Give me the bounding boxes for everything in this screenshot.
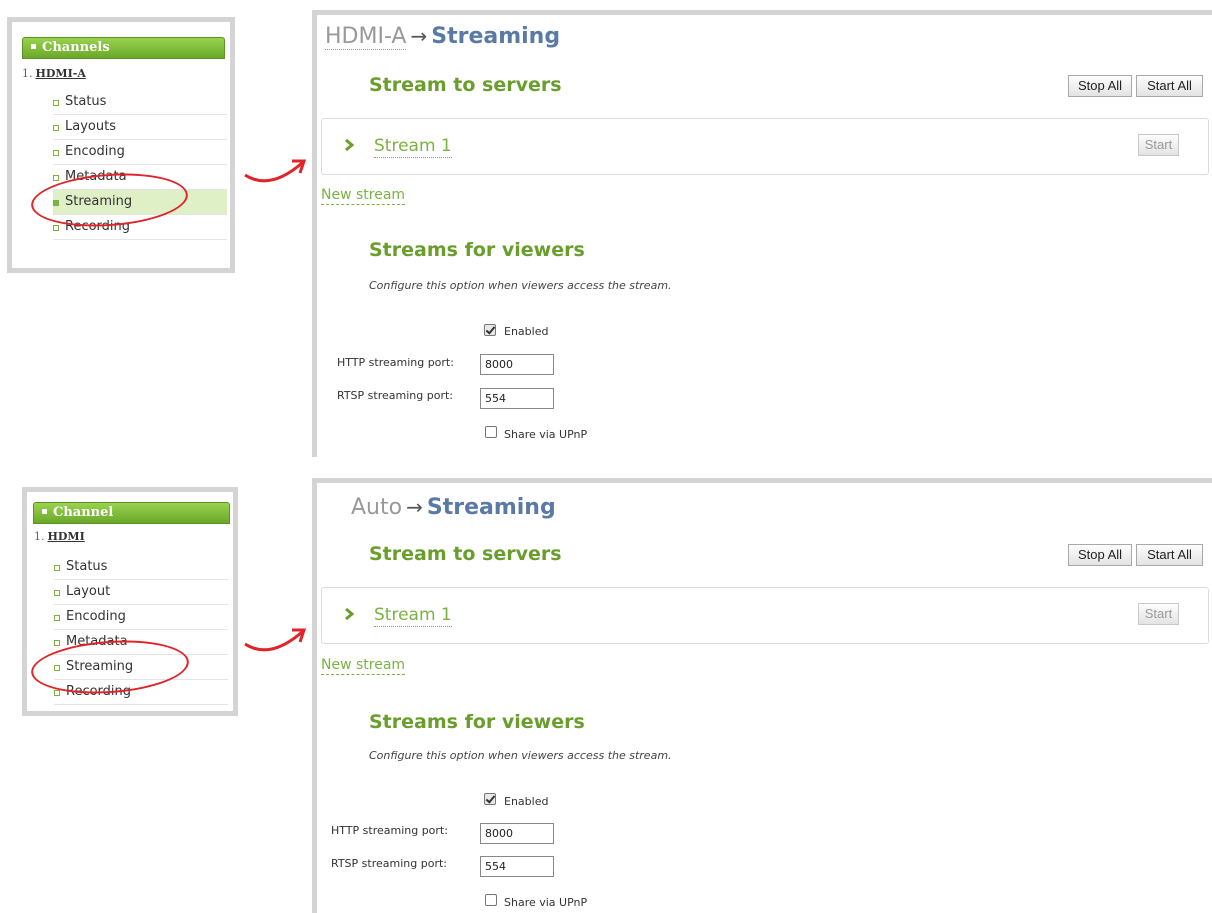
- channels-menu-top: Channels 1. HDMI-A Status Layouts Encodin…: [7, 17, 235, 273]
- bullet-icon: [54, 690, 60, 696]
- menu-header-label: Channels: [42, 40, 110, 55]
- enabled-checkbox[interactable]: [484, 324, 496, 336]
- http-port-label: HTTP streaming port:: [331, 824, 448, 837]
- section-title: Streaming: [426, 495, 556, 520]
- start-all-button[interactable]: Start All: [1136, 544, 1203, 566]
- channel-breadcrumb[interactable]: Auto: [351, 495, 402, 520]
- streams-for-viewers-heading: Streams for viewers: [369, 239, 585, 261]
- menu-header: Channels: [22, 37, 225, 59]
- menu-item-label: Layout: [66, 584, 111, 599]
- curved-arrow-icon: [244, 628, 307, 652]
- menu-item-layouts[interactable]: Layouts: [53, 115, 227, 140]
- arrow-right-icon: →: [410, 24, 428, 48]
- http-port-label: HTTP streaming port:: [337, 356, 454, 369]
- menu-header-label: Channel: [53, 505, 114, 520]
- upnp-checkbox[interactable]: [485, 894, 497, 906]
- section-title: Streaming: [431, 24, 561, 49]
- streaming-panel-bottom: Auto → Streaming Stream to servers Stop Al…: [312, 478, 1212, 913]
- square-bullet-icon: [31, 44, 36, 49]
- page-title: HDMI-A → Streaming: [325, 21, 560, 52]
- stream-to-servers-heading: Stream to servers: [369, 543, 562, 565]
- stop-all-button[interactable]: Stop All: [1068, 75, 1132, 97]
- stream-to-servers-heading: Stream to servers: [369, 74, 562, 96]
- bullet-icon: [53, 100, 59, 106]
- rtsp-port-input[interactable]: 554: [480, 856, 554, 877]
- channel-heading: 1. HDMI-A: [22, 67, 86, 80]
- viewer-description: Configure this option when viewers acces…: [369, 749, 672, 762]
- curved-arrow-icon: [244, 159, 307, 183]
- page-title: Auto → Streaming: [351, 492, 556, 523]
- menu-item-layout[interactable]: Layout: [54, 580, 228, 605]
- menu-item-encoding[interactable]: Encoding: [53, 140, 227, 165]
- streaming-panel-top: HDMI-A → Streaming Stream to servers Stop …: [312, 10, 1212, 457]
- upnp-label: Share via UPnP: [504, 428, 588, 441]
- rtsp-port-label: RTSP streaming port:: [331, 857, 447, 870]
- upnp-checkbox[interactable]: [485, 426, 497, 438]
- start-all-button[interactable]: Start All: [1136, 75, 1203, 97]
- http-port-input[interactable]: 8000: [480, 354, 554, 375]
- arrow-right-icon: →: [406, 495, 423, 519]
- channel-link[interactable]: HDMI: [48, 530, 85, 543]
- bullet-icon: [54, 565, 60, 571]
- channel-number: 1.: [34, 530, 45, 543]
- chevron-right-icon[interactable]: [344, 138, 354, 152]
- menu-item-label: Encoding: [66, 609, 126, 624]
- enabled-checkbox[interactable]: [484, 793, 496, 805]
- channel-heading: 1. HDMI: [34, 530, 85, 543]
- start-stream-button[interactable]: Start: [1138, 134, 1179, 156]
- stop-all-button[interactable]: Stop All: [1068, 544, 1132, 566]
- channel-link[interactable]: HDMI-A: [36, 67, 86, 80]
- rtsp-port-label: RTSP streaming port:: [337, 389, 453, 402]
- rtsp-port-input[interactable]: 554: [480, 388, 554, 409]
- menu-item-label: Encoding: [65, 144, 125, 159]
- stream-name-link[interactable]: Stream 1: [374, 604, 452, 627]
- bullet-icon: [53, 150, 59, 156]
- menu-item-status[interactable]: Status: [54, 555, 228, 580]
- upnp-label: Share via UPnP: [504, 896, 588, 909]
- new-stream-link[interactable]: New stream: [321, 186, 406, 205]
- bullet-icon: [54, 590, 60, 596]
- streams-for-viewers-heading: Streams for viewers: [369, 711, 585, 733]
- start-stream-button[interactable]: Start: [1138, 603, 1179, 625]
- square-bullet-icon: [42, 509, 47, 514]
- chevron-right-icon[interactable]: [344, 607, 354, 621]
- menu-item-label: Status: [65, 94, 107, 109]
- viewer-description: Configure this option when viewers acces…: [369, 279, 672, 292]
- menu-item-encoding[interactable]: Encoding: [54, 605, 228, 630]
- menu-item-status[interactable]: Status: [53, 90, 227, 115]
- stream-row[interactable]: Stream 1 Start: [321, 118, 1209, 175]
- enabled-label: Enabled: [504, 795, 549, 808]
- menu-item-label: Layouts: [65, 119, 116, 134]
- bullet-icon: [53, 125, 59, 131]
- menu-header: Channel: [33, 502, 230, 524]
- menu-item-label: Status: [66, 559, 108, 574]
- enabled-label: Enabled: [504, 325, 549, 338]
- channel-breadcrumb[interactable]: HDMI-A: [325, 24, 407, 50]
- bullet-icon: [53, 175, 59, 181]
- bullet-icon: [54, 615, 60, 621]
- channel-number: 1.: [22, 67, 33, 80]
- bullet-icon: [53, 225, 59, 231]
- new-stream-link[interactable]: New stream: [321, 656, 406, 675]
- stream-row[interactable]: Stream 1 Start: [321, 587, 1209, 644]
- stream-name-link[interactable]: Stream 1: [374, 135, 452, 158]
- bullet-icon: [54, 640, 60, 646]
- http-port-input[interactable]: 8000: [480, 823, 554, 844]
